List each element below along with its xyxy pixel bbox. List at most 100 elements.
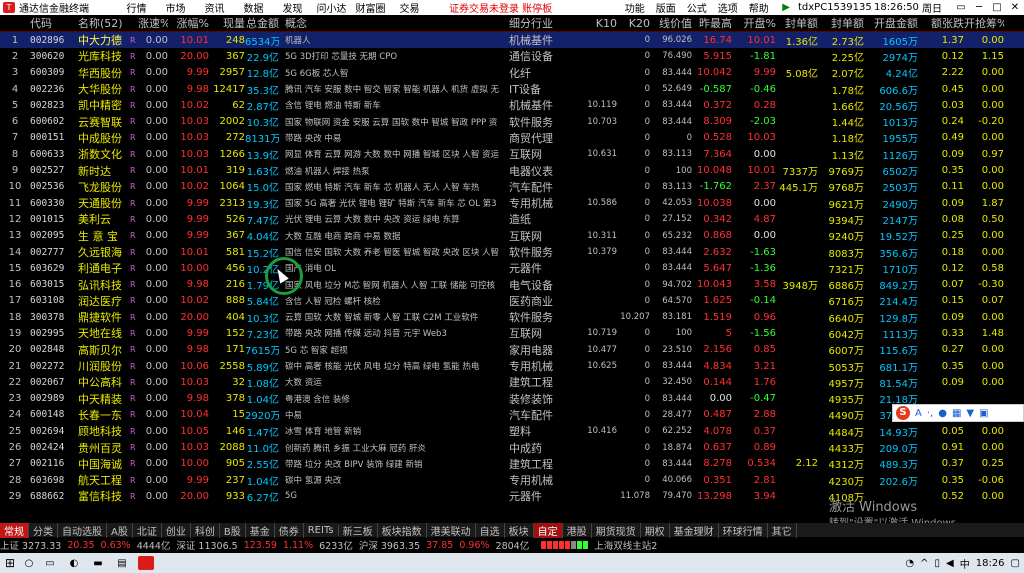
keyboard-icon[interactable]: ▦	[952, 408, 961, 419]
table-row[interactable]: 12 001015 美利云 R 0.00 9.99 526 7.47亿 光伏 锂电 云算 大数 …	[0, 211, 1024, 227]
table-row[interactable]: 19 002995 天地在线 R 0.00 9.99 152 7.23亿 带路 央改 网播 传媒…	[0, 325, 1024, 341]
ime-mode-icon[interactable]: A	[915, 408, 922, 419]
menu-help[interactable]: 帮助	[743, 0, 774, 15]
col-k10[interactable]: K10	[577, 17, 617, 30]
taskbar-clock[interactable]: 18:26	[976, 558, 1005, 569]
login-warning[interactable]: 证券交易未登录 账停板	[449, 0, 552, 15]
col-name[interactable]: 名称(52)	[76, 15, 130, 31]
col-code[interactable]: 代码	[30, 15, 76, 31]
sogou-logo-icon[interactable]: S	[896, 406, 910, 420]
network-icon[interactable]: ▯	[935, 558, 941, 569]
tab-item[interactable]: 北证	[133, 522, 162, 538]
table-row[interactable]: 11 600330 天通股份 R 0.00 9.99 2313 19.3亿 国家 5G 高奢 光…	[0, 195, 1024, 211]
menu-trade[interactable]: 交易	[390, 0, 429, 15]
col-amount[interactable]: 总金额	[245, 15, 279, 31]
table-row[interactable]: 15 603629 利通电子 R 0.00 10.00 456 10.2亿 国产 消电 OL 元器…	[0, 260, 1024, 276]
table-row[interactable]: 9 002527 新时达 R 0.00 10.01 319 1.63亿 燃油 机器人 焊接 热泵…	[0, 162, 1024, 179]
col-line-value[interactable]: 线价值	[650, 15, 692, 31]
file-explorer-icon[interactable]: ▬	[86, 553, 110, 573]
col-industry[interactable]: 细分行业	[509, 15, 577, 31]
tab-item[interactable]: 港股	[563, 522, 592, 538]
notification-icon[interactable]: ▢	[1011, 558, 1020, 569]
windows-start-icon[interactable]: ⊞	[0, 556, 20, 570]
table-row[interactable]: 21 002272 川润股份 R 0.00 10.06 2558 5.89亿 碳中 高奢 核能 …	[0, 358, 1024, 374]
hs-index[interactable]: 沪深 3963.35	[359, 538, 420, 552]
tray-arrow-icon[interactable]: ^	[920, 558, 928, 569]
tray-people-icon[interactable]: ◔	[905, 558, 914, 569]
menu-discover[interactable]: 发现	[273, 0, 312, 15]
table-row[interactable]: 14 002777 久远银海 R 0.00 10.01 581 15.2亿 国信 信安 国软 大…	[0, 244, 1024, 260]
table-row[interactable]: 10 002536 飞龙股份 R 0.00 10.02 1064 15.0亿 国家 燃电 特斯 …	[0, 179, 1024, 195]
maximize-icon[interactable]: □	[988, 2, 1006, 13]
table-row[interactable]: 26 002424 贵州百灵 R 0.00 10.03 2088 11.0亿 创新药 腾讯 乡振…	[0, 439, 1024, 456]
tab-item[interactable]: REITs	[304, 524, 339, 536]
col-pct2[interactable]: 开抢筹%	[964, 15, 1004, 31]
table-row[interactable]: 8 600633 浙数文化 R 0.00 10.03 1266 13.9亿 网显 体育 云算 网…	[0, 146, 1024, 162]
tab-item[interactable]: 环球行情	[719, 522, 768, 538]
menu-function[interactable]: 功能	[619, 0, 650, 15]
table-row[interactable]: 25 002694 顾地科技 R 0.00 10.05 146 1.47亿 冰雪 体育 地管 新…	[0, 423, 1024, 439]
table-row[interactable]: 23 002989 中天精装 R 0.00 9.98 378 1.04亿 粤港澳 含信 装修 装修…	[0, 391, 1024, 407]
sz-index[interactable]: 深证 11306.5	[176, 538, 237, 552]
toolbox-icon[interactable]: ▣	[979, 408, 988, 419]
close-icon[interactable]: ✕	[1006, 2, 1024, 13]
table-row[interactable]: 28 603698 航天工程 R 0.00 9.99 237 1.04亿 碳中 氢源 央改 专用机…	[0, 472, 1024, 488]
menu-layout[interactable]: 版面	[650, 0, 681, 15]
table-row[interactable]: 22 002067 中公高科 R 0.00 10.03 32 1.08亿 大数 资运 建筑工程 0 3…	[0, 374, 1024, 390]
sh-index[interactable]: 上证 3273.33	[0, 538, 61, 552]
col-open-pct[interactable]: 开盘%	[732, 15, 776, 31]
ime-indicator[interactable]: 中	[960, 556, 970, 571]
tab-item[interactable]: 其它	[768, 522, 797, 538]
edge-browser-icon[interactable]: ◐	[62, 553, 86, 573]
search-icon[interactable]: ○	[20, 558, 38, 569]
col-volume[interactable]: 现量	[209, 15, 245, 31]
col-pct1[interactable]: 额张跌	[918, 15, 964, 31]
table-row[interactable]: 20 002848 高斯贝尔 R 0.00 9.98 171 7615万 5G 芯 智家 超视 家…	[0, 342, 1024, 358]
tab-item[interactable]: 板块	[505, 522, 534, 538]
ime-punct-icon[interactable]: ·,	[927, 408, 933, 419]
table-row[interactable]: 18 300378 鼎捷软件 R 0.00 20.00 404 10.3亿 云算 国软 大数 智…	[0, 309, 1024, 325]
table-row[interactable]: 17 603108 润达医疗 R 0.00 10.02 888 5.84亿 含信 人智 冠检 螺…	[0, 293, 1024, 309]
tab-item[interactable]: 自动选股	[58, 522, 107, 538]
task-view-icon[interactable]: ▭	[38, 553, 62, 573]
tab-item[interactable]: 基金理财	[670, 522, 719, 538]
menu-data[interactable]: 数据	[234, 0, 273, 15]
tab-item[interactable]: A股	[107, 522, 133, 538]
tab-item[interactable]: 自定	[533, 522, 563, 538]
table-row[interactable]: 6 600602 云赛智联 R 0.00 10.03 2002 10.3亿 国家 物联网 资金 …	[0, 113, 1024, 130]
server-station[interactable]: 上海双线主站2	[594, 538, 657, 552]
tdx-app-icon[interactable]	[134, 553, 158, 573]
menu-formula[interactable]: 公式	[681, 0, 712, 15]
table-row[interactable]: 7 000151 中成股份 R 0.00 10.03 272 8131万 带路 央改 中易 商贸代…	[0, 130, 1024, 146]
col-open-amount[interactable]: 开盘金额	[864, 15, 918, 31]
minimize-icon[interactable]: ─	[970, 2, 988, 13]
table-row[interactable]: 13 002095 生 意 宝 R 0.00 9.99 367 4.04亿 大数 互融 电商 跨…	[0, 228, 1024, 244]
menu-ask[interactable]: 问小达	[312, 0, 351, 15]
tab-item[interactable]: 基金	[246, 522, 275, 538]
table-row[interactable]: 5 002823 凯中精密 R 0.00 10.02 62 2.87亿 含信 锂电 燃油 特斯 …	[0, 97, 1024, 113]
tab-item[interactable]: 期货现货	[592, 522, 641, 538]
store-icon[interactable]: ▤	[110, 553, 134, 573]
menu-market[interactable]: 市场	[156, 0, 195, 15]
tab-item[interactable]: 新三板	[339, 522, 378, 538]
table-row[interactable]: 27 002116 中国海诚 R 0.00 10.00 905 2.55亿 带路 垃分 央改 B…	[0, 456, 1024, 472]
user-id[interactable]: tdxPC1539135	[798, 2, 874, 13]
table-row[interactable]: 24 600148 长春一东 R 0.00 10.04 15 2920万 中易 汽车配件 0 28.4…	[0, 407, 1024, 423]
menu-options[interactable]: 选项	[712, 0, 743, 15]
tab-item[interactable]: 分类	[29, 522, 58, 538]
table-row[interactable]: 1 002896 中大力德 R 0.00 10.01 248 6534万 机器人 机械基件 0 96.…	[0, 32, 1024, 49]
col-yesterday-high[interactable]: 昨最高	[692, 15, 732, 31]
table-row[interactable]: 3 600309 华西股份 R 0.00 9.99 2957 12.8亿 5G 6G板 芯人智 化…	[0, 65, 1024, 81]
tab-item[interactable]: 债券	[275, 522, 304, 538]
col-seal-buy[interactable]: 封单额	[776, 15, 818, 31]
col-change[interactable]: 涨幅%	[168, 15, 209, 31]
menu-wealth[interactable]: 财富圈	[351, 0, 390, 15]
tab-item[interactable]: B股	[220, 522, 246, 538]
col-speed[interactable]: 涨速%	[138, 15, 168, 31]
volume-icon[interactable]: ◀	[946, 558, 954, 569]
col-k20[interactable]: K20	[617, 17, 650, 30]
restore-icon[interactable]: ▭	[952, 2, 970, 13]
microphone-icon[interactable]: ●	[938, 408, 947, 419]
menu-quote[interactable]: 行情	[117, 0, 156, 15]
tab-item[interactable]: 创业	[162, 522, 191, 538]
